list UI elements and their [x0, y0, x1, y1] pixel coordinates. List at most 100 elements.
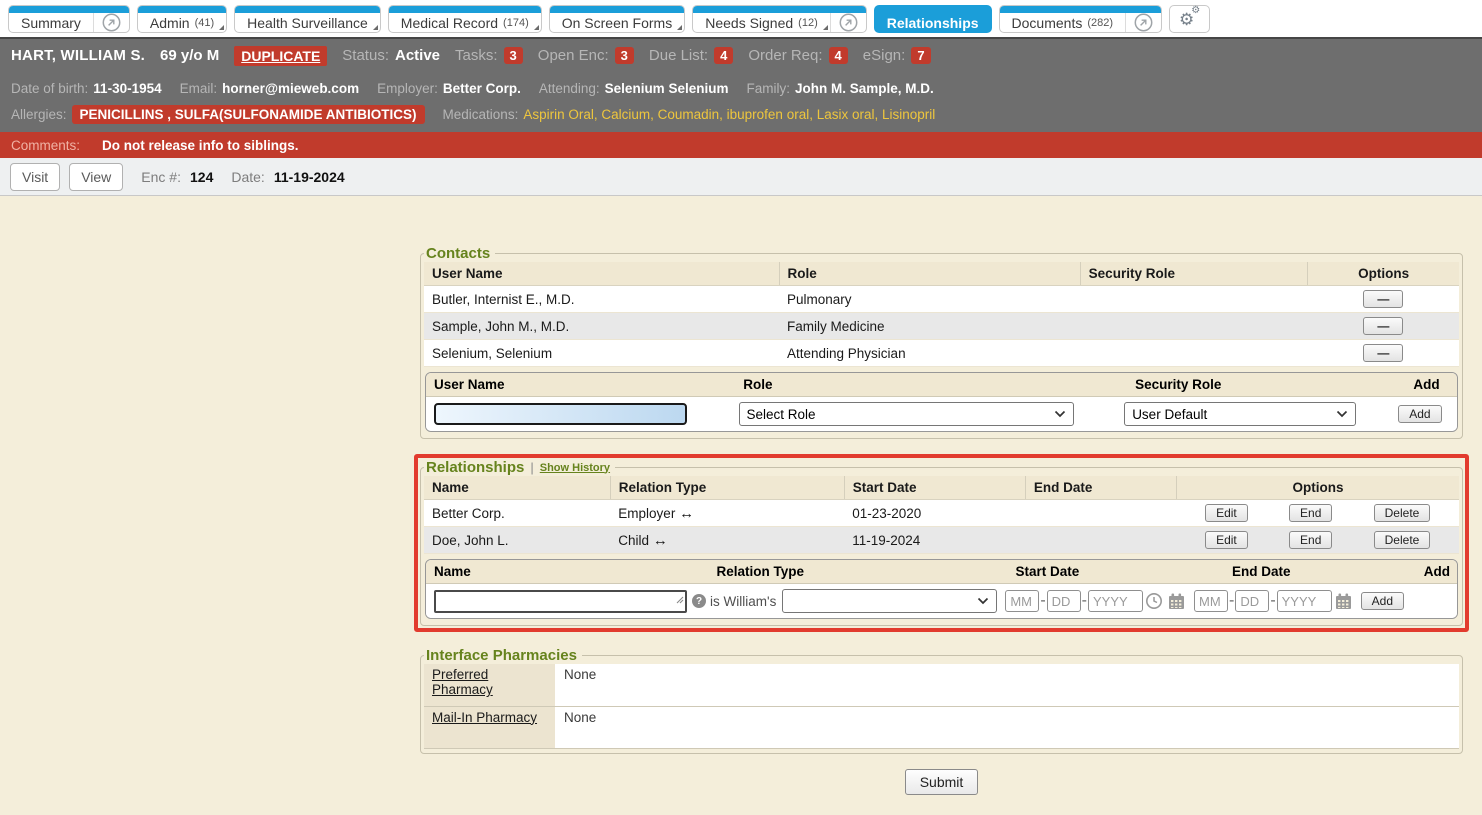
- view-button[interactable]: View: [69, 163, 123, 191]
- tab-label: Health Surveillance: [247, 15, 368, 31]
- tab-needs-signed[interactable]: Needs Signed (12): [692, 5, 867, 33]
- interface-pharmacies-title: Interface Pharmacies: [426, 647, 577, 664]
- tab-health-surveillance[interactable]: Health Surveillance: [234, 5, 381, 33]
- mail-in-pharmacy-link[interactable]: Mail-In Pharmacy: [432, 710, 537, 725]
- remove-contact-button[interactable]: —: [1363, 290, 1403, 308]
- popout-icon[interactable]: [1125, 13, 1161, 32]
- esign-badge[interactable]: 7: [911, 47, 930, 64]
- enc-number-value: 124: [190, 169, 213, 185]
- order-req-badge[interactable]: 4: [829, 47, 848, 64]
- tab-documents[interactable]: Documents (282): [999, 5, 1163, 33]
- email-value: horner@mieweb.com: [222, 81, 359, 96]
- end-year-input[interactable]: [1277, 590, 1332, 612]
- tab-accent: [550, 6, 684, 13]
- relationships-header-relation-type: Relation Type: [610, 476, 844, 500]
- tab-admin[interactable]: Admin (41): [137, 5, 227, 33]
- tab-accent: [235, 6, 380, 13]
- relationships-table: Name Relation Type Start Date End Date O…: [424, 476, 1459, 554]
- edit-relationship-button[interactable]: Edit: [1205, 504, 1248, 522]
- tab-count: (12): [798, 17, 818, 29]
- relationship-end-date: [1025, 500, 1176, 527]
- enc-date-label: Date:: [231, 169, 264, 185]
- is-williams-label: is William's: [710, 594, 776, 609]
- remove-contact-button[interactable]: —: [1363, 344, 1403, 362]
- contact-user-name: Selenium, Selenium: [424, 340, 779, 367]
- start-month-input[interactable]: [1005, 590, 1039, 612]
- end-relationship-button[interactable]: End: [1289, 531, 1332, 549]
- allergies-label: Allergies:: [11, 107, 67, 122]
- tasks-label: Tasks:: [455, 47, 498, 64]
- attending-value: Selenium Selenium: [605, 81, 729, 96]
- security-role-select[interactable]: User Default: [1124, 402, 1356, 426]
- end-relationship-button[interactable]: End: [1289, 504, 1332, 522]
- table-row: Mail-In Pharmacy None: [424, 706, 1459, 748]
- contact-role: Pulmonary: [779, 286, 1080, 313]
- preferred-pharmacy-link[interactable]: Preferred Pharmacy: [432, 667, 493, 697]
- tab-accent: [693, 6, 866, 13]
- add-contact-header-add: Add: [1405, 373, 1457, 396]
- end-month-input[interactable]: [1194, 590, 1228, 612]
- delete-relationship-button[interactable]: Delete: [1374, 504, 1431, 522]
- add-contact-button[interactable]: Add: [1398, 405, 1441, 423]
- popout-icon[interactable]: [830, 13, 866, 32]
- start-day-input[interactable]: [1047, 590, 1081, 612]
- relationship-name-input[interactable]: [434, 590, 687, 613]
- delete-relationship-button[interactable]: Delete: [1374, 531, 1431, 549]
- tab-relationships[interactable]: Relationships: [874, 5, 992, 33]
- tab-medical-record[interactable]: Medical Record (174): [388, 5, 542, 33]
- relationship-name: Doe, John L.: [424, 527, 610, 554]
- edit-relationship-button[interactable]: Edit: [1205, 531, 1248, 549]
- relationship-type: Employer ↔: [610, 500, 844, 527]
- contact-security-role: [1080, 340, 1308, 367]
- add-relationship-button[interactable]: Add: [1361, 592, 1404, 610]
- pharmacies-table: Preferred Pharmacy None Mail-In Pharmacy…: [424, 664, 1459, 749]
- end-day-input[interactable]: [1235, 590, 1269, 612]
- table-row: Better Corp. Employer ↔ 01-23-2020 Edit …: [424, 500, 1459, 527]
- add-relationship-header-name: Name: [426, 560, 708, 583]
- family-label: Family:: [746, 81, 790, 96]
- due-list-badge[interactable]: 4: [714, 47, 733, 64]
- tab-summary[interactable]: Summary: [8, 5, 130, 33]
- tab-on-screen-forms[interactable]: On Screen Forms: [549, 5, 685, 33]
- resize-grip-icon[interactable]: [676, 591, 684, 609]
- role-select[interactable]: Select Role: [739, 402, 1074, 426]
- relationships-header-start-date: Start Date: [844, 476, 1025, 500]
- patient-header-bar: HART, WILLIAM S. 69 y/o M DUPLICATE Stat…: [0, 39, 1482, 72]
- submit-button[interactable]: Submit: [905, 769, 979, 795]
- employer-label: Employer:: [377, 81, 438, 96]
- tasks-badge[interactable]: 3: [504, 47, 523, 64]
- medications-list[interactable]: Aspirin Oral, Calcium, Coumadin, ibuprof…: [523, 107, 935, 122]
- remove-contact-button[interactable]: —: [1363, 317, 1403, 335]
- chevron-down-icon: [977, 597, 989, 605]
- start-year-input[interactable]: [1088, 590, 1143, 612]
- settings-button[interactable]: ⚙ ⚙: [1169, 5, 1210, 33]
- contacts-section: Contacts User Name Role Security Role Op…: [420, 245, 1463, 439]
- calendar-icon[interactable]: [1334, 592, 1353, 611]
- visit-button[interactable]: Visit: [10, 163, 60, 191]
- order-req-label: Order Req:: [748, 47, 822, 64]
- add-relationship-header-end-date: End Date: [1224, 560, 1416, 583]
- dob-label: Date of birth:: [11, 81, 88, 96]
- popout-icon[interactable]: [93, 13, 129, 32]
- encounter-toolbar: Visit View Enc #: 124 Date: 11-19-2024: [0, 158, 1482, 196]
- relation-type-select[interactable]: [782, 589, 997, 613]
- preferred-pharmacy-value: None: [555, 664, 1459, 706]
- contacts-header-options: Options: [1308, 262, 1459, 286]
- calendar-icon[interactable]: [1167, 592, 1186, 611]
- clock-icon[interactable]: [1145, 592, 1163, 610]
- mail-in-pharmacy-value: None: [555, 706, 1459, 748]
- duplicate-flag[interactable]: DUPLICATE: [234, 46, 327, 66]
- add-contact-box: User Name Role Security Role Add Select …: [425, 372, 1458, 432]
- patient-age-sex: 69 y/o M: [160, 47, 219, 64]
- tab-accent: [389, 6, 541, 13]
- allergies-value[interactable]: PENICILLINS , SULFA(SULFONAMIDE ANTIBIOT…: [72, 105, 425, 124]
- chevron-down-icon: [1336, 410, 1348, 418]
- user-name-input[interactable]: [434, 403, 687, 425]
- patient-details-bar: Date of birth:11-30-1954 Email:horner@mi…: [0, 72, 1482, 132]
- tab-label: Needs Signed: [705, 15, 793, 31]
- tab-label: On Screen Forms: [562, 15, 672, 31]
- help-icon[interactable]: ?: [692, 594, 706, 608]
- open-enc-badge[interactable]: 3: [615, 47, 634, 64]
- show-history-link[interactable]: Show History: [540, 462, 610, 474]
- tab-accent: [9, 6, 129, 13]
